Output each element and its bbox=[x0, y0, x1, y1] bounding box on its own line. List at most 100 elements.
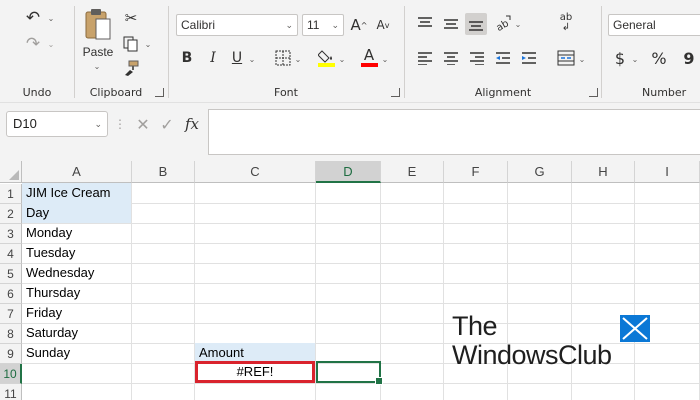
cell-a3[interactable]: Monday bbox=[22, 223, 131, 243]
number-format-combo[interactable]: General bbox=[608, 14, 700, 36]
percent-icon[interactable]: % bbox=[650, 47, 668, 69]
orientation-dropdown-icon[interactable]: ⌄ bbox=[513, 18, 523, 30]
merge-dropdown-icon[interactable]: ⌄ bbox=[577, 53, 587, 65]
cell-a2[interactable]: Day bbox=[22, 203, 131, 223]
watermark-line2: WindowsClub bbox=[452, 340, 612, 370]
redo-icon[interactable]: ↷ bbox=[22, 34, 44, 54]
name-box-value: D10 bbox=[13, 116, 37, 131]
redo-dropdown-icon[interactable]: ⌄ bbox=[46, 38, 56, 50]
font-grow-glyph: A bbox=[350, 16, 361, 34]
active-cell-d10[interactable] bbox=[316, 361, 383, 385]
format-painter-icon[interactable] bbox=[121, 58, 141, 78]
select-all-button[interactable] bbox=[0, 161, 22, 183]
cell-c10-ref-error[interactable]: #REF! bbox=[195, 361, 315, 383]
column-header-i[interactable]: I bbox=[635, 161, 700, 183]
number-format-value: General bbox=[613, 18, 656, 32]
increase-indent-icon[interactable] bbox=[519, 48, 539, 68]
paste-icon[interactable] bbox=[83, 6, 113, 42]
column-header-d[interactable]: D bbox=[316, 161, 381, 183]
column-header-g[interactable]: G bbox=[508, 161, 572, 183]
font-name-combo[interactable]: Calibri ⌄ bbox=[176, 14, 298, 36]
row-header-7[interactable]: 7 bbox=[0, 304, 22, 324]
formula-input[interactable] bbox=[208, 109, 700, 155]
increase-font-icon[interactable]: A ^ bbox=[349, 14, 369, 36]
row-header-3[interactable]: 3 bbox=[0, 224, 22, 244]
fill-color-dropdown-icon[interactable]: ⌄ bbox=[337, 53, 347, 65]
row-header-4[interactable]: 4 bbox=[0, 244, 22, 264]
name-box[interactable]: D10 ⌄ bbox=[6, 111, 108, 137]
row-header-2[interactable]: 2 bbox=[0, 204, 22, 224]
column-header-c[interactable]: C bbox=[195, 161, 316, 183]
cell-a9[interactable]: Sunday bbox=[22, 343, 131, 363]
currency-glyph: $ bbox=[614, 48, 626, 68]
decrease-indent-icon[interactable] bbox=[493, 48, 513, 68]
font-color-icon[interactable]: A bbox=[359, 45, 379, 69]
cell-a5[interactable]: Wednesday bbox=[22, 263, 131, 283]
wrap-text-icon[interactable]: ab ↲ bbox=[555, 12, 577, 34]
cell-a4[interactable]: Tuesday bbox=[22, 243, 131, 263]
merge-center-icon[interactable] bbox=[555, 47, 577, 69]
cell-a7[interactable]: Friday bbox=[22, 303, 131, 323]
row-header-9[interactable]: 9 bbox=[0, 344, 22, 364]
font-group-label: Font bbox=[274, 86, 298, 99]
top-align-icon[interactable] bbox=[415, 14, 435, 34]
middle-align-icon[interactable] bbox=[441, 14, 461, 34]
font-shrink-glyph: A bbox=[376, 18, 385, 32]
bottom-align-icon[interactable] bbox=[465, 13, 487, 35]
copy-dropdown-icon[interactable]: ⌄ bbox=[143, 38, 153, 50]
align-left-icon[interactable] bbox=[415, 48, 435, 68]
orientation-icon[interactable]: ab bbox=[493, 12, 513, 34]
underline-button[interactable]: U bbox=[227, 48, 247, 68]
enter-icon[interactable]: ✓ bbox=[157, 113, 177, 135]
borders-dropdown-icon[interactable]: ⌄ bbox=[293, 53, 303, 65]
align-right-icon[interactable] bbox=[467, 48, 487, 68]
font-color-dropdown-icon[interactable]: ⌄ bbox=[380, 53, 390, 65]
currency-dropdown-icon[interactable]: ⌄ bbox=[630, 53, 640, 65]
clipboard-launcher-icon[interactable] bbox=[155, 88, 164, 97]
insert-function-icon[interactable]: fx bbox=[180, 113, 204, 135]
borders-icon[interactable] bbox=[273, 48, 293, 68]
undo-group-label: Undo bbox=[22, 86, 52, 99]
align-center-icon[interactable] bbox=[441, 48, 461, 68]
currency-icon[interactable]: $ bbox=[612, 47, 628, 69]
cell-a6[interactable]: Thursday bbox=[22, 283, 131, 303]
cell-a1[interactable]: JIM Ice Cream bbox=[22, 183, 131, 203]
column-header-a[interactable]: A bbox=[22, 161, 132, 183]
font-group: Calibri ⌄ 11 ⌄ A ^ Av B I U ⌄ ⌄ ⌄ A ⌄ Fon… bbox=[169, 0, 403, 102]
column-header-h[interactable]: H bbox=[572, 161, 635, 183]
formula-bar: D10 ⌄ ⋮ ✕ ✓ fx bbox=[0, 103, 700, 161]
italic-button[interactable]: I bbox=[203, 48, 223, 68]
alignment-group-label: Alignment bbox=[474, 86, 532, 99]
row-header-8[interactable]: 8 bbox=[0, 324, 22, 344]
alignment-launcher-icon[interactable] bbox=[589, 88, 598, 97]
column-header-e[interactable]: E bbox=[381, 161, 444, 183]
row-header-10[interactable]: 10 bbox=[0, 364, 22, 384]
bold-button[interactable]: B bbox=[177, 48, 197, 68]
paste-dropdown-icon[interactable]: ⌄ bbox=[92, 61, 102, 71]
column-header-b[interactable]: B bbox=[132, 161, 195, 183]
comma-style-icon[interactable]: 9 bbox=[680, 47, 698, 69]
font-size-combo[interactable]: 11 ⌄ bbox=[302, 14, 344, 36]
row-header-6[interactable]: 6 bbox=[0, 284, 22, 304]
column-header-f[interactable]: F bbox=[444, 161, 508, 183]
more-options-icon: ⋮ bbox=[114, 117, 126, 131]
row-header-5[interactable]: 5 bbox=[0, 264, 22, 284]
paste-label[interactable]: Paste bbox=[81, 45, 115, 59]
svg-text:ab: ab bbox=[495, 18, 511, 32]
font-launcher-icon[interactable] bbox=[391, 88, 400, 97]
row-header-1[interactable]: 1 bbox=[0, 184, 22, 204]
cell-c9[interactable]: Amount bbox=[195, 343, 315, 363]
underline-glyph: U bbox=[231, 50, 243, 66]
fill-color-icon[interactable] bbox=[317, 46, 337, 68]
cell-a8[interactable]: Saturday bbox=[22, 323, 131, 343]
undo-icon[interactable]: ↶ bbox=[22, 8, 44, 28]
row-header-11[interactable]: 11 bbox=[0, 384, 22, 400]
chevron-down-icon: ⌄ bbox=[331, 20, 339, 30]
cut-icon[interactable]: ✂ bbox=[121, 8, 141, 28]
decrease-font-icon[interactable]: Av bbox=[373, 14, 393, 36]
cancel-icon[interactable]: ✕ bbox=[133, 113, 153, 135]
copy-icon[interactable] bbox=[121, 34, 141, 54]
chevron-down-icon: ⌄ bbox=[94, 119, 102, 129]
underline-dropdown-icon[interactable]: ⌄ bbox=[247, 53, 257, 65]
undo-dropdown-icon[interactable]: ⌄ bbox=[46, 12, 56, 24]
